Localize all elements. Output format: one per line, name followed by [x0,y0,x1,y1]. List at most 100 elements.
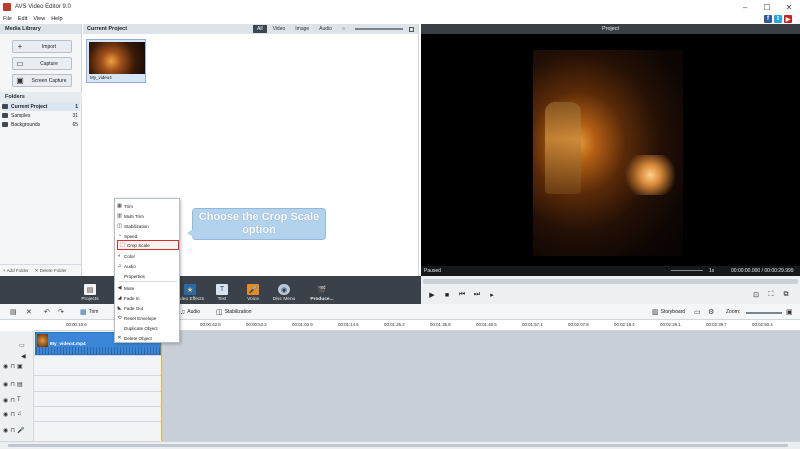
menu-help[interactable]: Help [48,16,65,22]
settings-icon[interactable]: ⚙ [708,307,716,317]
current-project-header: Current Project All Video Image Audio ○ [83,24,418,34]
audio-button[interactable]: ♫ Audio [180,307,200,317]
lock-icon[interactable]: ⊓ [10,381,15,388]
minimize-button[interactable]: – [734,0,756,14]
display-icon[interactable]: ▭ [694,307,703,317]
eye-icon[interactable]: ◉ [3,427,8,434]
app-logo-icon [3,3,11,11]
trim-button[interactable]: ▦ Trim [80,307,98,317]
lock-icon[interactable]: ⊓ [10,427,15,434]
folder-backgrounds[interactable]: Backgrounds 65 [2,120,80,129]
play-icon[interactable]: ▶ [427,290,437,300]
speed-icon: ◔ [117,233,122,239]
menu-item-reset-envelope[interactable]: ⟲ Reset Envelope [115,313,179,323]
track-divider [34,421,162,422]
menu-item-fade-out[interactable]: ◣ Fade Out [115,303,179,313]
folder-icon [2,113,8,118]
zoom-slider[interactable] [746,312,782,314]
menu-item-crop-scale[interactable]: ⬚ Crop Scale [117,240,179,250]
fullscreen-icon[interactable]: ⛶ [766,290,776,300]
playback-speed[interactable]: 1x [709,268,714,274]
folder-current-project[interactable]: Current Project 1 [2,102,80,111]
screen-capture-button[interactable]: ▣ Screen Capture [12,74,72,87]
menu-item-multi-trim[interactable]: ▥ Multi Trim [115,211,179,221]
menu-item-audio[interactable]: ♫ Audio [115,261,179,271]
eye-icon[interactable]: ◉ [3,381,8,388]
snapshot-icon[interactable]: ⊡ [751,290,761,300]
preview-panel: Project Paused 1x 00:00:00.000 / 00:00:2… [421,24,800,276]
undo-icon[interactable]: ↶ [44,307,52,317]
seek-bar[interactable] [423,279,798,284]
capture-button[interactable]: ▭ Capture [12,57,72,70]
projects-button[interactable]: ▤ Projects [72,278,108,302]
menu-item-properties[interactable]: Properties [115,271,179,281]
timeline-empty-area[interactable] [162,331,800,441]
maximize-button[interactable]: ☐ [756,0,778,14]
import-button[interactable]: + Import [12,40,72,53]
youtube-icon[interactable]: ▶ [784,15,792,23]
facebook-icon[interactable]: f [764,15,772,23]
menu-item-color[interactable]: ◐ Color [115,251,179,261]
delete-folder-button[interactable]: ✕ Delete Folder [35,268,67,274]
folder-samples[interactable]: Samples 31 [2,111,80,120]
track-divider [34,406,162,407]
filter-image[interactable]: Image [291,25,313,33]
thumbnail-label: My_video4 [90,75,112,80]
thumbnail-size-slider[interactable] [355,28,403,30]
timeline-scrollbar[interactable] [0,441,800,449]
timeline-view-icon[interactable]: ▤ [10,307,19,317]
menu-item-duplicate-object[interactable]: Duplicate Object [115,323,179,333]
delete-icon[interactable]: ✕ [26,307,34,317]
menu-item-trim[interactable]: ▦ Trim [115,201,179,211]
window-title: AVS Video Editor 9.0 [15,4,71,10]
storyboard-icon: ▥ [652,309,659,316]
menu-edit[interactable]: Edit [15,16,30,22]
menu-item-mute[interactable]: ◀ Mute [115,283,179,293]
disc-menu-button[interactable]: ◉ Disc Menu [266,278,302,302]
menu-item-fade-in[interactable]: ◢ Fade In [115,293,179,303]
volume-slider[interactable] [671,270,703,271]
forward-icon[interactable]: ▸ [487,290,497,300]
candle-glow [623,155,678,195]
produce-button[interactable]: 🎬 Produce... [304,278,340,302]
close-button[interactable]: ✕ [778,0,800,14]
eye-icon[interactable]: ◉ [3,411,8,418]
media-thumbnail[interactable]: My_video4 [86,39,146,83]
ruler-tick: 00:01:35.8 [430,322,451,327]
next-frame-icon[interactable]: ⏭ [472,290,482,300]
storyboard-button[interactable]: ▥ Storyboard [652,307,685,317]
menu-item-stabilization[interactable]: ◫ Stabilization [115,221,179,231]
lock-icon[interactable]: ⊓ [10,397,15,404]
menu-view[interactable]: View [30,16,48,22]
color-icon: ◐ [117,253,122,259]
title-bar: AVS Video Editor 9.0 – ☐ ✕ [0,0,800,14]
current-project-title: Current Project [87,26,128,32]
scrollbar-thumb[interactable] [8,444,788,447]
menu-file[interactable]: File [0,16,15,22]
folders-title: Folders [0,92,82,102]
add-folder-button[interactable]: + Add Folder [3,268,29,273]
previous-frame-icon[interactable]: ⏮ [457,290,467,300]
eye-icon[interactable]: ◉ [3,363,8,370]
stop-icon[interactable]: ■ [442,290,452,300]
plus-icon: + [17,42,23,51]
eye-icon[interactable]: ◉ [3,397,8,404]
lock-icon[interactable]: ⊓ [10,363,15,370]
speaker-icon[interactable]: ◀ [21,353,26,360]
media-library-panel: Media Library + Import ▭ Capture ▣ Scree… [0,24,82,276]
ruler-tick: 00:02:18.4 [614,322,635,327]
menu-item-delete-object[interactable]: ✕ Delete Object [115,333,179,343]
overlay-track-header: ◉ ⊓ ▤ [3,379,31,389]
redo-icon[interactable]: ↷ [58,307,66,317]
zoom-fit-icon[interactable]: ▣ [786,307,795,317]
twitter-icon[interactable]: t [774,15,782,23]
filter-video[interactable]: Video [269,25,290,33]
filter-audio[interactable]: Audio [315,25,336,33]
video-thumbnail-image [89,42,145,74]
filter-all[interactable]: All [253,25,267,33]
detach-icon[interactable]: ⧉ [781,290,791,300]
zoom-label: Zoom: [726,309,741,315]
lock-icon[interactable]: ⊓ [10,411,15,418]
thumbnail-size-large-icon [409,26,414,32]
stabilization-button[interactable]: ◫ Stabilization [216,307,252,317]
